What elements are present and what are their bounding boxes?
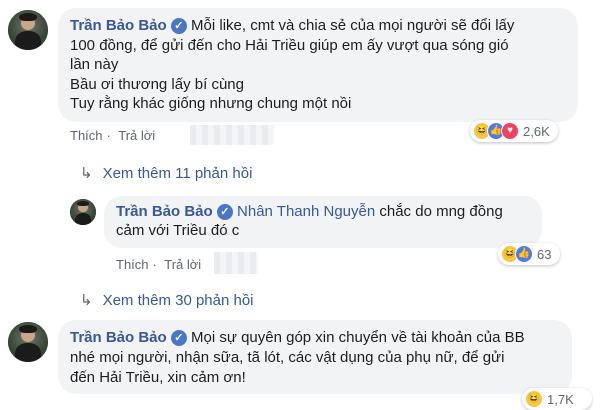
comment-bubble: Trần Bảo Bảo ✓ Mỗi like, cmt và chia sẻ … xyxy=(58,8,578,122)
comment-actions: Thích · Trả lời xyxy=(116,257,202,272)
comment-bubble: Trần Bảo Bảo ✓ Nhân Thanh Nguyễn chắc do… xyxy=(104,196,542,248)
view-more-label: Xem thêm 30 phản hồi xyxy=(102,291,254,309)
comment-text-line: chắc do mng đồng xyxy=(379,203,503,220)
comment-text-line: Bầu ơi thương lấy bí cùng xyxy=(70,75,244,93)
comment-text-line: lần này xyxy=(70,56,119,73)
verified-badge-icon: ✓ xyxy=(216,204,233,221)
comment-text-line: nhé mọi người, nhận sữa, tã lót, các vật… xyxy=(70,349,505,366)
thumbs-up-icon: 👍 xyxy=(515,245,533,263)
verified-badge-icon: ✓ xyxy=(170,330,187,347)
reaction-summary[interactable]: 😆 👍 ♥ 2,6K xyxy=(470,120,558,142)
avatar[interactable] xyxy=(70,199,96,225)
comment-text-line: 100 đồng, để gửi đến cho Hải Triều giúp … xyxy=(70,36,509,54)
reply-arrow-icon: ↳ xyxy=(80,292,93,309)
verified-badge-icon: ✓ xyxy=(170,18,187,35)
heart-icon: ♥ xyxy=(501,122,519,140)
comment-text-line: cảm với Triều đó c xyxy=(116,222,240,239)
reply-link[interactable]: Trả lời xyxy=(164,257,201,272)
view-more-label: Xem thêm 11 phản hồi xyxy=(102,164,253,182)
reaction-count: 2,6K xyxy=(523,123,550,139)
avatar[interactable] xyxy=(8,322,48,362)
reaction-count: 1,7K xyxy=(547,391,574,407)
comment-author[interactable]: Trần Bảo Bảo xyxy=(116,203,213,220)
mentioned-user[interactable]: Nhân Thanh Nguyễn xyxy=(237,203,375,220)
comment-actions: Thích · Trả lời xyxy=(70,128,156,143)
view-more-replies[interactable]: ↳ Xem thêm 11 phản hồi xyxy=(80,164,253,183)
timestamp-blurred xyxy=(214,252,258,274)
comment-text-line: Mỗi like, cmt và chia sẻ của mọi người s… xyxy=(191,17,515,34)
comment-author[interactable]: Trần Bảo Bảo xyxy=(70,17,167,34)
reaction-summary[interactable]: 😆 1,7K xyxy=(522,388,592,410)
comment-author[interactable]: Trần Bảo Bảo xyxy=(70,329,167,346)
comment-bubble: Trần Bảo Bảo ✓ Mọi sự quyên góp xin chuy… xyxy=(58,320,572,394)
like-link[interactable]: Thích xyxy=(116,257,149,272)
comment-text-line: Mọi sự quyên góp xin chuyển về tài khoản… xyxy=(191,329,525,346)
reply-arrow-icon: ↳ xyxy=(80,165,93,182)
avatar[interactable] xyxy=(8,10,48,50)
timestamp-blurred xyxy=(190,125,274,145)
haha-emoji-icon: 😆 xyxy=(525,390,543,408)
like-link[interactable]: Thích xyxy=(70,128,103,143)
view-more-replies[interactable]: ↳ Xem thêm 30 phản hồi xyxy=(80,291,254,310)
reply-link[interactable]: Trả lời xyxy=(118,128,155,143)
reaction-summary[interactable]: 😆 👍 63 xyxy=(498,243,560,265)
comment-text-line: Tuy rằng khác giống nhưng chung một nồi xyxy=(70,95,352,112)
comment-text-line: đến Hải Triều, xin cảm ơn! xyxy=(70,369,246,386)
reaction-count: 63 xyxy=(537,246,552,262)
